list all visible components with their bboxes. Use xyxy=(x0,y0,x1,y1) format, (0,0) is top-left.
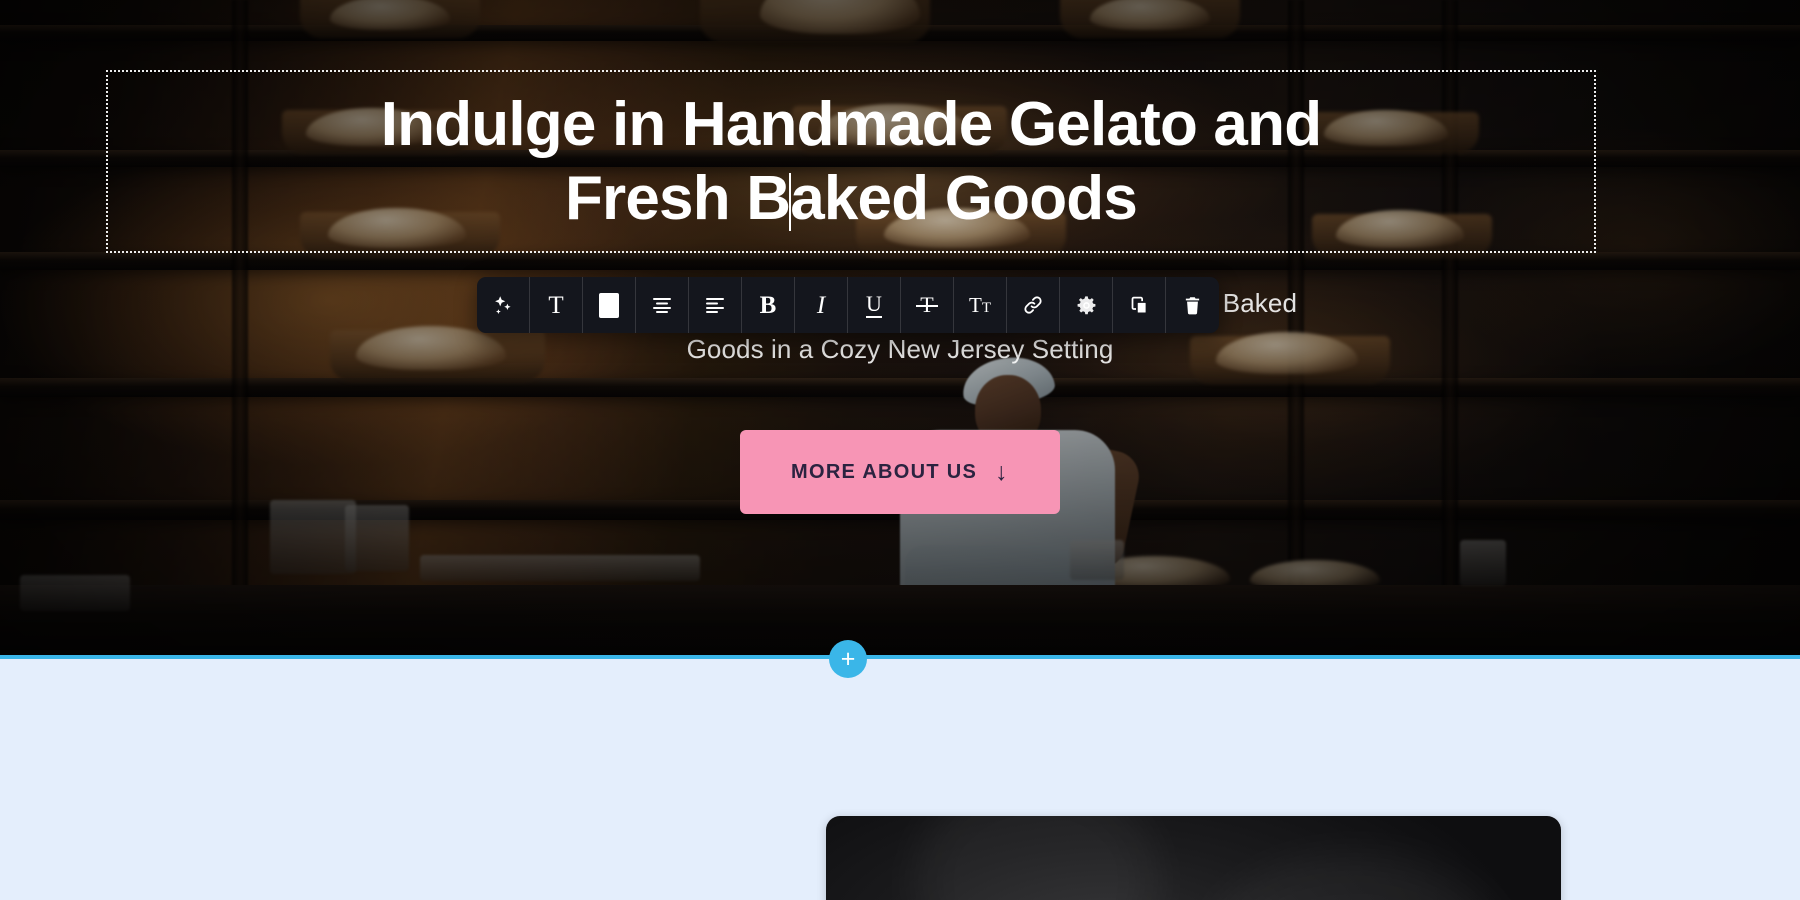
hero-section[interactable]: Indulge in Handmade Gelato and Fresh Bak… xyxy=(0,0,1800,659)
media-card[interactable] xyxy=(826,816,1561,900)
italic-icon[interactable]: I xyxy=(795,277,848,333)
hero-heading-line-2-after-caret: aked Goods xyxy=(790,163,1138,233)
align-left-icon[interactable] xyxy=(689,277,742,333)
hero-subtitle-line-2: Goods in a Cozy New Jersey Setting xyxy=(686,334,1114,365)
text-case-icon[interactable]: TT xyxy=(954,277,1007,333)
plus-icon: + xyxy=(840,644,856,673)
next-section[interactable] xyxy=(0,659,1800,900)
heading-selection-box[interactable]: Indulge in Handmade Gelato and Fresh Bak… xyxy=(106,70,1596,253)
text-format-toolbar[interactable]: T B I U T TT xyxy=(477,277,1219,333)
bold-icon[interactable]: B xyxy=(742,277,795,333)
link-icon[interactable] xyxy=(1007,277,1060,333)
strikethrough-icon[interactable]: T xyxy=(901,277,954,333)
card-highlight xyxy=(1206,856,1506,900)
text-style-icon[interactable]: T xyxy=(530,277,583,333)
section-divider[interactable] xyxy=(0,655,1800,659)
cta-label: MORE ABOUT US xyxy=(791,460,978,483)
delete-icon[interactable] xyxy=(1166,277,1219,333)
align-center-icon[interactable] xyxy=(636,277,689,333)
arrow-down-icon: ↓ xyxy=(995,457,1009,486)
more-about-us-button[interactable]: MORE ABOUT US ↓ xyxy=(740,430,1060,514)
ai-assist-icon[interactable] xyxy=(477,277,530,333)
hero-heading[interactable]: Indulge in Handmade Gelato and Fresh Bak… xyxy=(341,88,1361,234)
card-highlight xyxy=(916,816,1156,900)
editor-canvas: Indulge in Handmade Gelato and Fresh Bak… xyxy=(0,0,1800,900)
settings-icon[interactable] xyxy=(1060,277,1113,333)
hero-heading-line-2-before-caret: Fresh B xyxy=(564,163,791,233)
hero-heading-line-1: Indulge in Handmade Gelato and xyxy=(380,90,1322,160)
text-color-icon[interactable] xyxy=(583,277,636,333)
add-section-button[interactable]: + xyxy=(829,640,867,678)
duplicate-icon[interactable] xyxy=(1113,277,1166,333)
underline-icon[interactable]: U xyxy=(848,277,901,333)
